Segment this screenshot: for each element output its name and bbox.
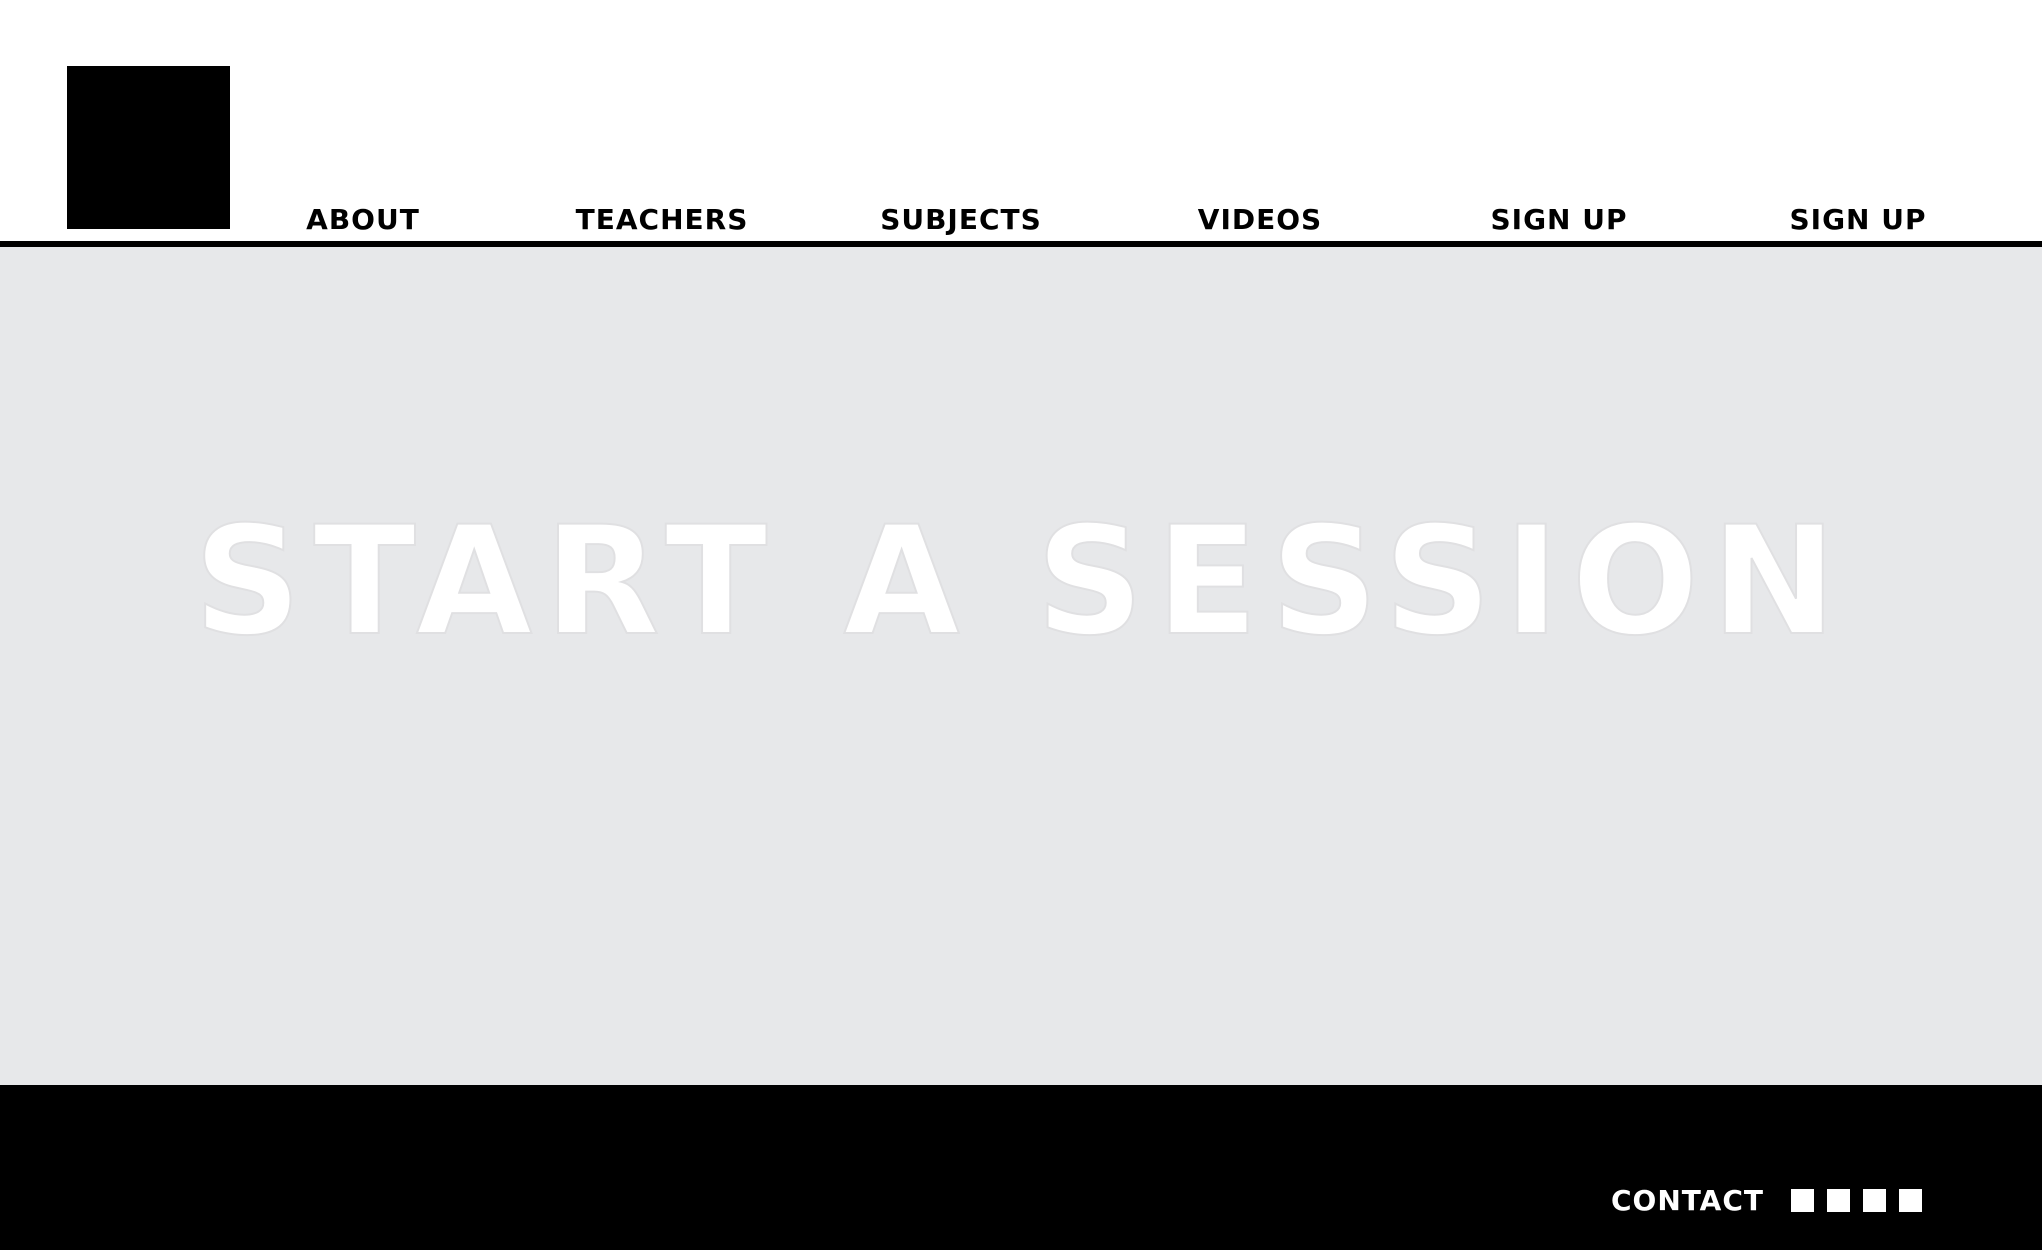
contact-link[interactable]: CONTACT (1611, 1184, 1764, 1217)
start-session-title[interactable]: START A SESSION (0, 496, 2042, 668)
site-header: ABOUT TEACHERS SUBJECTS VIDEOS SIGN UP S… (0, 0, 2042, 243)
hero-section: START A SESSION (0, 247, 2042, 1085)
social-icon-1[interactable] (1791, 1188, 1814, 1212)
site-footer: CONTACT (0, 1085, 2042, 1250)
contact-area: CONTACT (1611, 1180, 1922, 1220)
nav-item-about[interactable]: ABOUT (233, 200, 493, 240)
nav-item-sign-up[interactable]: SIGN UP (1429, 200, 1689, 240)
nav-item-subjects[interactable]: SUBJECTS (831, 200, 1091, 240)
nav-item-sign-up-2[interactable]: SIGN UP (1728, 200, 1988, 240)
nav-item-videos[interactable]: VIDEOS (1130, 200, 1390, 240)
main-nav: ABOUT TEACHERS SUBJECTS VIDEOS SIGN UP S… (0, 200, 2042, 240)
social-icon-4[interactable] (1899, 1188, 1922, 1212)
nav-item-teachers[interactable]: TEACHERS (532, 200, 792, 240)
social-icon-2[interactable] (1827, 1188, 1850, 1212)
social-icon-3[interactable] (1863, 1188, 1886, 1212)
